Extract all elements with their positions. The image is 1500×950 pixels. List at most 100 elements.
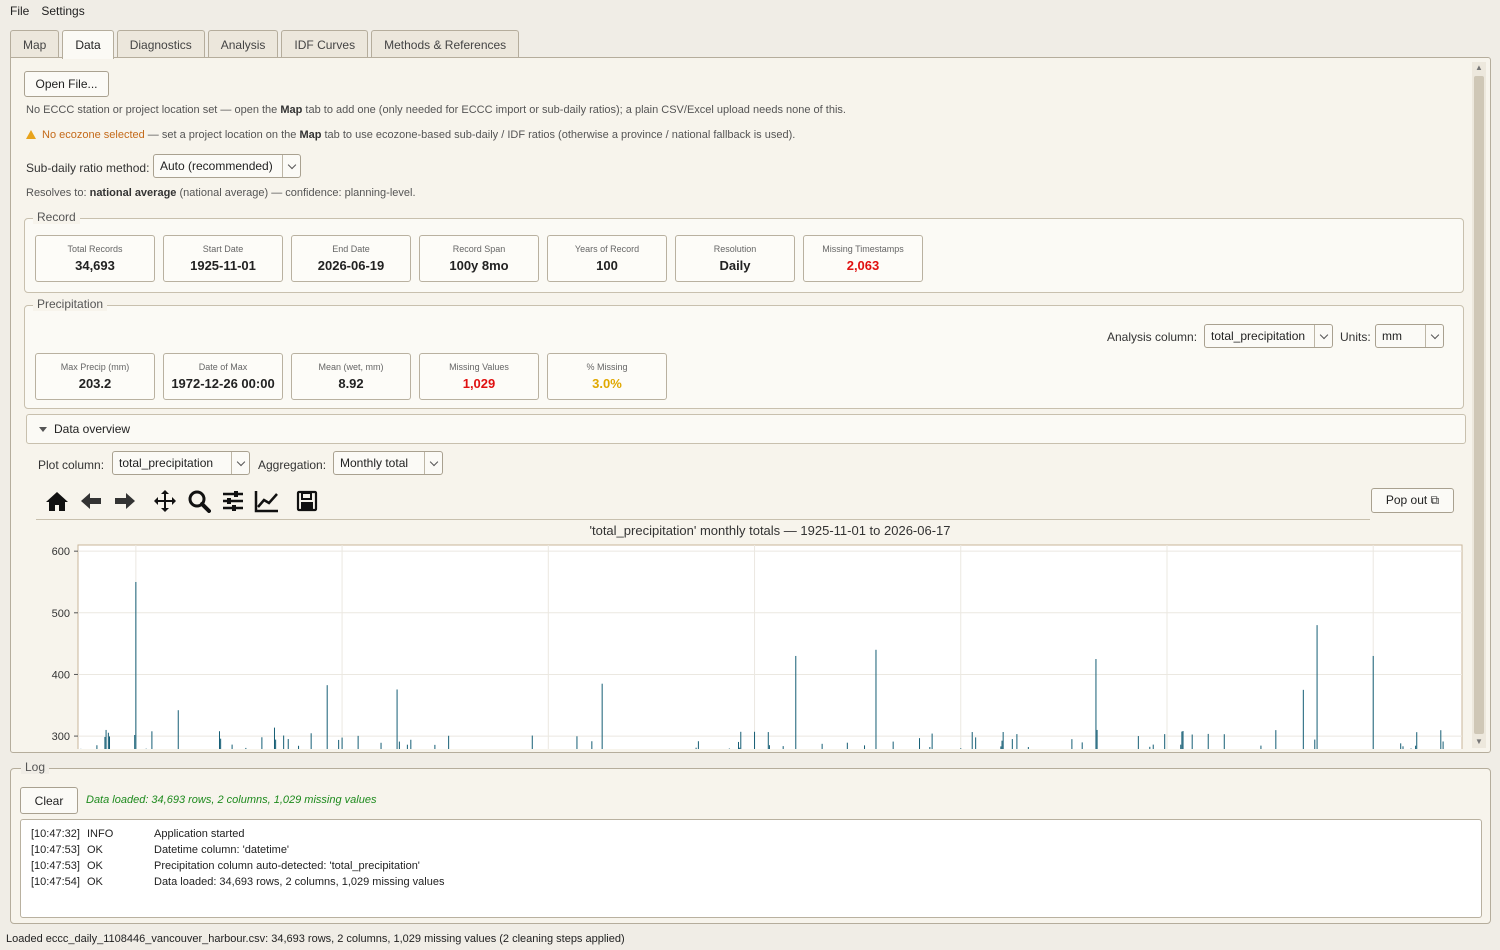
chart-bar — [107, 732, 109, 749]
log-entry: [10:47:53] OK Datetime column: 'datetime' — [31, 844, 1471, 860]
chart-bar — [591, 741, 593, 749]
chart-bar — [931, 733, 933, 749]
menu-file[interactable]: File — [4, 4, 35, 18]
chart-bar — [1071, 739, 1073, 749]
chart-bar — [739, 747, 741, 749]
chart-bar — [448, 735, 450, 749]
tab-diagnostics[interactable]: Diagnostics — [116, 30, 205, 58]
units-select[interactable]: mm — [1375, 324, 1444, 348]
tab-data[interactable]: Data — [62, 30, 114, 59]
chart-bar — [929, 747, 931, 749]
chart-bar — [298, 745, 300, 749]
chart-bar — [864, 745, 866, 749]
chart-bar — [821, 743, 823, 749]
log-level: OK — [87, 876, 103, 888]
plot-column-select[interactable]: total_precipitation — [112, 451, 250, 475]
stat-card-value: 100y 8mo — [449, 258, 509, 273]
log-status-text: Data loaded: 34,693 rows, 2 columns, 1,0… — [86, 794, 377, 806]
zoom-icon[interactable] — [182, 486, 216, 516]
tab-map[interactable]: Map — [10, 30, 60, 58]
chart-bar — [177, 710, 179, 749]
scroll-up-icon[interactable]: ▲ — [1472, 62, 1486, 74]
scrollbar-thumb[interactable] — [1474, 76, 1484, 734]
back-arrow-icon[interactable] — [74, 486, 108, 516]
chart-bar — [105, 729, 107, 749]
forward-arrow-icon[interactable] — [108, 486, 142, 516]
resolves-line: Resolves to: national average (national … — [26, 187, 416, 199]
chevron-down-icon — [1314, 325, 1332, 347]
log-entry: [10:47:53] OK Precipitation column auto-de… — [31, 860, 1471, 876]
tab-idf-curves[interactable]: IDF Curves — [281, 30, 369, 58]
chart-bar — [1260, 745, 1262, 749]
log-level: OK — [87, 860, 103, 872]
pan-icon[interactable] — [148, 486, 182, 516]
vertical-scrollbar[interactable]: ▲ ▼ — [1472, 62, 1486, 748]
log-message: Precipitation column auto-detected: 'tot… — [154, 860, 420, 872]
chart-bar — [1081, 742, 1083, 749]
stat-card: Years of Record 100 — [547, 235, 667, 282]
home-icon[interactable] — [40, 486, 74, 516]
chart-bar — [697, 741, 699, 749]
chart-bar — [1027, 747, 1029, 749]
log-output[interactable]: [10:47:32] INFO Application started [10:47:… — [20, 819, 1482, 918]
warning-icon — [26, 130, 36, 139]
stat-card-value: Daily — [719, 258, 751, 273]
ratio-method-select[interactable]: Auto (recommended) — [153, 154, 301, 178]
station-notice: No ECCC station or project location set … — [26, 104, 846, 116]
stat-card: End Date 2026-06-19 — [291, 235, 411, 282]
chart-bar — [398, 741, 400, 749]
chart-bar — [754, 731, 756, 749]
chart-bar — [919, 738, 921, 749]
stat-card: Start Date 1925-11-01 — [163, 235, 283, 282]
chart-bar — [261, 737, 263, 749]
chart-bar — [310, 733, 312, 749]
chart-bar — [1416, 732, 1418, 749]
chart-bar — [396, 689, 398, 749]
chart-bar — [846, 742, 848, 749]
chart-bar — [380, 742, 382, 749]
chart-bar — [1002, 732, 1004, 749]
chart-bar — [1149, 746, 1151, 749]
subplots-icon[interactable] — [216, 486, 250, 516]
tab-analysis[interactable]: Analysis — [207, 30, 279, 58]
clear-log-button[interactable]: Clear — [20, 787, 78, 814]
chart-bar — [1207, 733, 1209, 749]
chevron-down-icon — [231, 452, 249, 474]
aggregation-select[interactable]: Monthly total — [333, 451, 443, 475]
chart-bar — [283, 735, 285, 749]
log-entry: [10:47:54] OK Data loaded: 34,693 rows, 2 … — [31, 876, 1471, 892]
tab-methods-references[interactable]: Methods & References — [371, 30, 520, 58]
stat-card-value: 3.0% — [592, 376, 622, 391]
log-message: Application started — [154, 828, 245, 840]
data-tab-content: Open File... No ECCC station or project … — [14, 61, 1472, 749]
chart-bar — [892, 741, 894, 749]
scroll-down-icon[interactable]: ▼ — [1472, 736, 1486, 748]
chart-bar — [1016, 734, 1018, 749]
save-icon[interactable] — [290, 486, 324, 516]
record-group-title: Record — [33, 210, 80, 224]
chart-bar — [273, 727, 275, 749]
plot-area — [77, 544, 1463, 749]
stat-card-value: 1925-11-01 — [190, 258, 256, 273]
open-file-button[interactable]: Open File... — [24, 71, 109, 97]
chart-bar — [971, 732, 973, 749]
stat-card-label: Years of Record — [574, 244, 640, 254]
log-time: [10:47:54] — [31, 876, 80, 888]
chart-bar — [1096, 729, 1098, 749]
stat-card-label: Resolution — [713, 244, 757, 254]
chart-bar — [134, 735, 136, 749]
analysis-column-select[interactable]: total_precipitation — [1204, 324, 1333, 348]
menu-settings[interactable]: Settings — [35, 4, 90, 18]
chart-bar — [1223, 734, 1225, 749]
chevron-down-icon — [424, 452, 442, 474]
stat-card: Missing Timestamps 2,063 — [803, 235, 923, 282]
aggregation-label: Aggregation: — [258, 458, 327, 472]
chart-bar — [782, 746, 784, 749]
chevron-down-icon — [1425, 325, 1443, 347]
chart-bar — [1314, 739, 1316, 749]
chart-bar — [1415, 745, 1417, 749]
edit-curve-icon[interactable] — [250, 486, 284, 516]
data-overview-header[interactable]: Data overview — [26, 414, 1466, 444]
stat-card-value: 100 — [596, 258, 618, 273]
pop-out-button[interactable]: Pop out ⧉ — [1371, 488, 1454, 513]
